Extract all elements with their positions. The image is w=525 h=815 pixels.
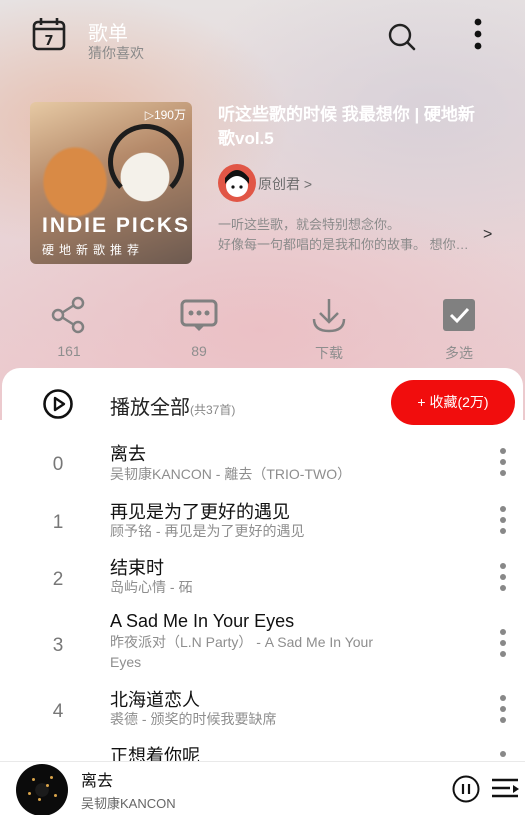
creator-name-link[interactable]: 原创君 >	[258, 174, 312, 194]
page-title: 歌单	[88, 23, 128, 45]
top-bar: 7 歌单 猜你喜欢	[0, 0, 525, 80]
page-subtitle: 猜你喜欢	[88, 45, 144, 61]
search-icon[interactable]	[387, 22, 417, 52]
song-artist-album: 顾予铭 - 再见是为了更好的遇见	[110, 523, 305, 539]
song-index: 3	[52, 635, 64, 656]
cover-brand-title: INDIE PICKS	[42, 214, 191, 237]
song-title: 离去	[110, 444, 146, 464]
song-artist-album: 裘德 - 颁奖的时候我要缺席	[110, 711, 277, 727]
description-line-2: 好像每一句都唱的是我和你的故事。 想你的时候	[218, 237, 476, 252]
download-label: 下载	[315, 345, 343, 361]
song-index: 2	[52, 569, 64, 590]
share-button[interactable]: 161	[29, 295, 109, 359]
multi-select-button[interactable]: 多选	[419, 295, 499, 363]
play-all-button[interactable]: 播放全部(共37首)	[110, 391, 235, 420]
now-playing-title: 离去	[81, 773, 114, 790]
song-count: (共37首)	[190, 403, 236, 417]
mini-player[interactable]: 离去 吴韧康KANCON	[0, 761, 525, 815]
playlist-queue-icon[interactable]	[490, 777, 520, 803]
comment-icon	[180, 299, 218, 331]
description-line-1: 一听这些歌，就会特别想念你。	[218, 217, 401, 232]
song-row[interactable]: 4 北海道恋人 裘德 - 颁奖的时候我要缺席	[2, 680, 523, 732]
song-row[interactable]: 0 离去 吴韧康KANCON - 離去（TRIO-TWO）	[2, 434, 523, 486]
playlist-cover[interactable]: ▷190万 INDIE PICKS 硬地新歌推荐	[30, 102, 192, 264]
song-title: A Sad Me In Your Eyes	[110, 611, 295, 631]
pause-icon[interactable]	[452, 775, 480, 803]
download-button[interactable]: 下载	[289, 295, 369, 363]
comment-count: 89	[191, 343, 207, 359]
now-playing-artist: 吴韧康KANCON	[81, 796, 176, 811]
description-arrow-icon[interactable]: >	[483, 226, 492, 244]
cover-play-count: ▷190万	[144, 108, 186, 122]
song-row[interactable]: 1 再见是为了更好的遇见 顾予铭 - 再见是为了更好的遇见	[2, 491, 523, 543]
song-row[interactable]: 2 结束时 岛屿心情 - 砳	[2, 548, 523, 600]
multi-select-icon	[443, 299, 475, 331]
cover-brand-subtitle: 硬地新歌推荐	[42, 243, 145, 257]
playlist-description[interactable]: 一听这些歌，就会特别想念你。 好像每一句都唱的是我和你的故事。 想你的时候	[218, 215, 476, 255]
play-all-icon[interactable]	[42, 388, 74, 420]
song-index: 4	[52, 701, 64, 722]
cover-headphone-graphic	[108, 124, 184, 200]
calendar-day: 7	[44, 34, 53, 49]
playlist-title: 听这些歌的时候 我最想你 | 硬地新歌vol.5	[218, 105, 475, 148]
creator-avatar[interactable]	[218, 164, 256, 202]
song-more-icon[interactable]	[498, 448, 508, 481]
song-index: 0	[52, 454, 64, 475]
album-disc[interactable]	[16, 764, 68, 815]
more-vertical-icon[interactable]	[470, 17, 486, 53]
song-more-icon[interactable]	[498, 506, 508, 539]
song-index: 1	[52, 512, 64, 533]
song-more-icon[interactable]	[498, 629, 508, 662]
song-artist-album: 岛屿心情 - 砳	[110, 579, 193, 595]
play-all-label: 播放全部	[110, 397, 190, 419]
comment-button[interactable]: 89	[159, 295, 239, 359]
song-artist-album: 吴韧康KANCON - 離去（TRIO-TWO）	[110, 466, 352, 482]
calendar-icon[interactable]: 7	[31, 16, 67, 52]
song-more-icon[interactable]	[498, 695, 508, 728]
download-icon	[312, 299, 346, 333]
song-more-icon[interactable]	[498, 563, 508, 596]
share-icon	[51, 296, 85, 334]
multi-select-label: 多选	[445, 345, 473, 361]
song-row[interactable]: 3 A Sad Me In Your Eyes 昨夜派对（L.N Party） …	[2, 605, 523, 675]
song-list-sheet: 播放全部(共37首) + 收藏(2万) 0 离去 吴韧康KANCON - 離去（…	[2, 368, 523, 815]
song-artist-album: 昨夜派对（L.N Party） - A Sad Me In Your Eyes	[110, 634, 373, 670]
share-count: 161	[57, 343, 81, 359]
collect-button[interactable]: + 收藏(2万)	[391, 380, 515, 425]
